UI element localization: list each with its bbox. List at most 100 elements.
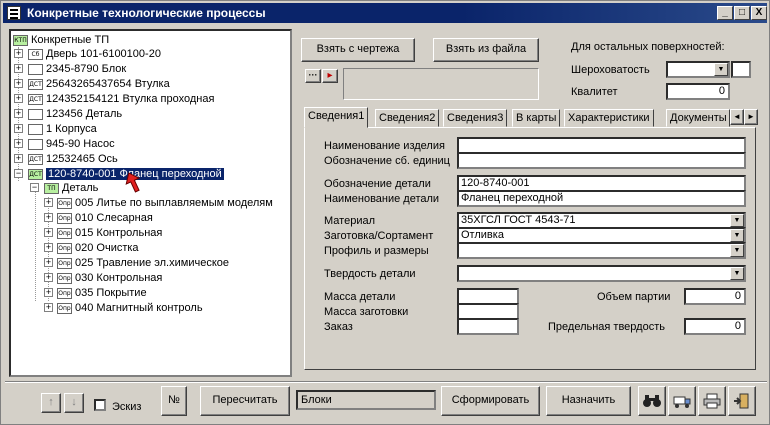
sketch-checkbox[interactable]	[94, 399, 106, 411]
tab-svedeniya2[interactable]: Сведения2	[375, 109, 440, 127]
print-button[interactable]	[698, 386, 726, 416]
roughness-label: Шероховатость	[571, 64, 650, 76]
chevron-down-icon[interactable]: ▼	[730, 214, 744, 227]
tab-scroll-left-icon[interactable]: ◄	[730, 109, 744, 125]
operation-label: 030 Контрольная	[75, 272, 163, 284]
tree-tp-label: Деталь	[62, 182, 99, 194]
expand-icon[interactable]: +	[14, 94, 23, 103]
mass-blank-label: Масса заготовки	[324, 306, 409, 318]
chevron-down-icon[interactable]: ▼	[730, 244, 744, 257]
tp-icon: ТП	[44, 182, 59, 194]
chevron-down-icon[interactable]: ▼	[730, 229, 744, 242]
tab-documents[interactable]: Документы	[666, 109, 730, 127]
app-icon	[7, 6, 21, 20]
tree-root-label: Конкретные ТП	[31, 34, 110, 46]
assign-button[interactable]: Назначить	[546, 386, 631, 416]
blocks-field: Блоки	[296, 390, 436, 410]
tree-item-label: 124352154121 Втулка проходная	[46, 93, 215, 105]
more-button[interactable]: ···	[305, 69, 321, 83]
main-window: Конкретные технологические процессы _ □ …	[0, 0, 770, 425]
detail-icon: ДСТ	[28, 93, 43, 105]
order-field[interactable]	[457, 318, 519, 335]
window-title: Конкретные технологические процессы	[27, 6, 266, 20]
from-drawing-button[interactable]: Взять с чертежа	[301, 38, 415, 62]
exit-button[interactable]	[728, 386, 756, 416]
tree-item-label: 945-90 Насос	[46, 138, 115, 150]
operation-label: 025 Травление эл.химическое	[75, 257, 229, 269]
max-hardness-label: Предельная твердость	[548, 321, 665, 333]
detail-icon: ДСТ	[28, 78, 43, 90]
expand-icon[interactable]: +	[14, 64, 23, 73]
from-file-button[interactable]: Взять из файла	[433, 38, 539, 62]
collapse-icon[interactable]: −	[30, 183, 39, 192]
tree-item-label: 1 Корпуса	[46, 123, 97, 135]
tree-item-label: 25643265437654 Втулка	[46, 78, 170, 90]
assembly-field[interactable]	[457, 152, 746, 169]
max-hardness-field[interactable]: 0	[684, 318, 746, 335]
tree-item-label: Дверь 101-6100100-20	[46, 48, 161, 60]
profile-combo[interactable]	[457, 242, 746, 259]
operation-label: 040 Магнитный контроль	[75, 302, 203, 314]
hardness-combo[interactable]	[457, 265, 746, 282]
cursor-arrow-icon	[125, 172, 141, 193]
batch-field[interactable]: 0	[684, 288, 746, 305]
title-bar: Конкретные технологические процессы _ □ …	[3, 3, 767, 23]
play-button[interactable]: ▸	[322, 69, 338, 83]
move-down-button[interactable]: ↓	[64, 393, 84, 413]
close-button[interactable]: X	[751, 6, 767, 20]
blank-node-icon	[28, 123, 43, 135]
minimize-button[interactable]: _	[717, 6, 733, 20]
roughness-extra-field[interactable]	[731, 61, 751, 78]
exit-door-icon	[734, 393, 749, 409]
operation-icon: Опр	[57, 242, 72, 254]
expand-icon[interactable]: +	[14, 139, 23, 148]
operation-icon: Опр	[57, 212, 72, 224]
tab-characteristics[interactable]: Характеристики	[564, 109, 654, 127]
collapse-icon[interactable]: −	[14, 169, 23, 178]
operation-label: 005 Литье по выплавляемым моделям	[75, 197, 273, 209]
profile-label: Профиль и размеры	[324, 245, 429, 257]
operation-label: 015 Контрольная	[75, 227, 163, 239]
batch-label: Объем партии	[597, 291, 671, 303]
printer-icon	[703, 393, 721, 409]
expand-icon[interactable]: +	[14, 49, 23, 58]
detail-name-field[interactable]: Фланец переходной	[457, 190, 746, 207]
detail-code-label: Обозначение детали	[324, 178, 431, 190]
quality-field[interactable]: 0	[666, 83, 730, 100]
generate-button[interactable]: Сформировать	[441, 386, 540, 416]
tree-root[interactable]: КТП Конкретные ТП	[13, 33, 109, 47]
tab-svedeniya1[interactable]: Сведения1	[304, 107, 369, 128]
maximize-button[interactable]: □	[734, 6, 750, 20]
truck-button[interactable]	[668, 386, 696, 416]
operation-icon: Опр	[57, 197, 72, 209]
operation-label: 010 Слесарная	[75, 212, 153, 224]
mass-detail-label: Масса детали	[324, 291, 396, 303]
number-button[interactable]: №	[161, 386, 187, 416]
expand-icon[interactable]: +	[14, 79, 23, 88]
expand-icon[interactable]: +	[14, 109, 23, 118]
binoculars-icon	[643, 395, 661, 407]
tab-scroll-right-icon[interactable]: ►	[744, 109, 758, 125]
bottom-divider	[5, 381, 767, 383]
surfaces-header: Для остальных поверхностей:	[571, 41, 725, 53]
tree-item-label: 12532465 Ось	[46, 153, 118, 165]
move-up-button[interactable]: ↑	[41, 393, 61, 413]
chevron-down-icon[interactable]: ▼	[730, 267, 744, 280]
ktp-icon: КТП	[13, 34, 28, 46]
chevron-down-icon[interactable]: ▼	[714, 63, 728, 76]
recalculate-button[interactable]: Пересчитать	[200, 386, 290, 416]
material-label: Материал	[324, 215, 375, 227]
tab-svedeniya3[interactable]: Сведения3	[443, 109, 508, 127]
operation-icon: Опр	[57, 227, 72, 239]
binoculars-button[interactable]	[638, 386, 666, 416]
process-tree[interactable]: КТП Конкретные ТП + Сб Дверь 101-6100100-2…	[9, 29, 292, 377]
operation-icon: Опр	[57, 257, 72, 269]
operation-label: 035 Покрытие	[75, 287, 147, 299]
tree-item-label: 2345-8790 Блок	[46, 63, 127, 75]
expand-icon[interactable]: +	[14, 154, 23, 163]
assembly-label: Обозначение сб. единиц	[324, 155, 450, 167]
tab-v-karty[interactable]: В карты	[512, 109, 561, 127]
sketch-label: Эскиз	[112, 401, 142, 413]
expand-icon[interactable]: +	[14, 124, 23, 133]
detail-name-label: Наименование детали	[324, 193, 440, 205]
